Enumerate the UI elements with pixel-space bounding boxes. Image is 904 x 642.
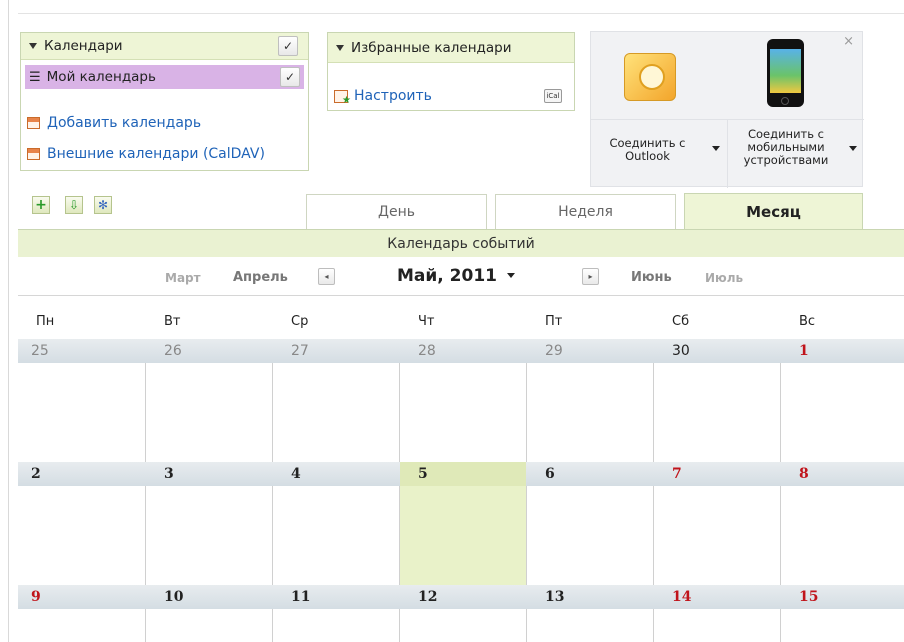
week-row: 25 26 27 28 29 30 1 [18,339,904,462]
calendars-panel-title: Календари [44,38,123,54]
month-link-july[interactable]: Июль [705,271,743,285]
calendars-panel-header[interactable]: Календари ✓ [21,33,308,60]
collapse-triangle-icon[interactable] [336,44,344,51]
prev-month-button[interactable]: ◂ [318,268,335,285]
events-calendar-title: Календарь событий [18,229,904,257]
day-cell[interactable]: 3 [164,466,174,482]
sync-mobile-button[interactable]: Соединить с мобильными устройствами [728,32,864,188]
my-calendar-checkbox[interactable]: ✓ [280,67,300,87]
day-cell[interactable]: 13 [545,589,564,605]
day-cell[interactable]: 29 [545,343,563,359]
tab-week[interactable]: Неделя [495,194,676,229]
external-calendars-label: Внешние календари (CalDAV) [47,146,265,162]
collapse-triangle-icon[interactable] [29,43,37,49]
export-button[interactable]: ⇩ [65,196,83,214]
month-link-april[interactable]: Апрель [233,270,288,285]
calendar-icon [27,148,40,160]
week-row: 9 10 11 12 13 14 15 [18,585,904,642]
top-divider [18,13,904,14]
month-link-march[interactable]: Март [165,271,201,285]
tab-day[interactable]: День [306,194,487,229]
day-cell[interactable]: 1 [799,343,809,359]
day-cell[interactable]: 25 [31,343,49,359]
weekday-label: Вт [164,314,181,329]
add-event-button[interactable]: + [32,196,50,214]
sync-outlook-label: Соединить с Outlook [609,136,686,163]
sync-mobile-label: Соединить с мобильными устройствами [743,127,829,167]
favorites-panel-title: Избранные календари [351,39,512,56]
chevron-down-icon[interactable] [712,146,720,151]
day-cell[interactable]: 30 [672,343,690,359]
day-cell[interactable]: 7 [672,466,682,482]
calendars-panel: Календари ✓ ☰ Мой календарь ✓ Добавить к… [20,32,309,171]
external-calendars-link[interactable]: Внешние календари (CalDAV) [27,146,265,162]
day-cell[interactable]: 27 [291,343,309,359]
day-cell[interactable]: 8 [799,466,809,482]
weekday-label: Ср [291,314,309,329]
month-grid: 25 26 27 28 29 30 1 2 3 4 5 6 7 8 9 10 1… [18,339,904,642]
configure-label: Настроить [354,88,432,104]
ical-icon[interactable]: iCal [544,89,562,103]
my-calendar-item[interactable]: ☰ Мой календарь ✓ [25,65,304,89]
today-cell[interactable]: 5 [418,466,428,482]
weekday-label: Пн [36,314,55,329]
calendar-icon [27,117,40,129]
favorites-panel-header[interactable]: Избранные календари [328,33,574,63]
settings-button[interactable]: ✻ [94,196,112,214]
week-row: 2 3 4 5 6 7 8 [18,462,904,585]
day-cell[interactable]: 4 [291,466,301,482]
list-icon: ☰ [29,69,41,85]
chevron-down-icon[interactable] [849,146,857,151]
day-cell[interactable]: 15 [799,589,818,605]
sync-promo-box: × Соединить с Outlook Соединить с мобиль… [590,31,864,188]
my-calendar-label: Мой календарь [46,69,156,85]
checkmark-icon[interactable]: ✓ [278,36,298,56]
configure-link[interactable]: ★ Настроить [334,88,432,105]
configure-star-icon: ★ [334,89,351,105]
day-cell[interactable]: 6 [545,466,555,482]
add-calendar-label: Добавить календарь [47,115,202,131]
chevron-down-icon[interactable] [506,273,515,278]
add-calendar-link[interactable]: Добавить календарь [27,115,201,131]
day-cell[interactable]: 9 [31,589,41,605]
day-cell[interactable]: 10 [164,589,183,605]
next-month-button[interactable]: ▸ [582,268,599,285]
day-cell[interactable]: 14 [672,589,691,605]
day-cell[interactable]: 28 [418,343,436,359]
weekday-header-row: Пн Вт Ср Чт Пт Сб Вс [18,297,904,339]
favorites-panel: Избранные календари ★ Настроить iCal [327,32,575,111]
weekday-label: Сб [672,314,690,329]
day-cell[interactable]: 11 [291,589,310,605]
sync-outlook-button[interactable]: Соединить с Outlook [591,32,727,188]
day-cell[interactable]: 26 [164,343,182,359]
tab-month[interactable]: Месяц [684,193,863,229]
weekday-label: Вс [799,314,816,329]
current-month-selector[interactable]: Май, 2011 [397,266,515,286]
month-navigation: Март Апрель ◂ Май, 2011 ▸ Июнь Июль [18,258,904,296]
day-cell[interactable]: 12 [418,589,437,605]
weekday-label: Пт [545,314,563,329]
day-cell[interactable]: 2 [31,466,41,482]
month-link-june[interactable]: Июнь [631,270,672,285]
weekday-label: Чт [418,314,435,329]
